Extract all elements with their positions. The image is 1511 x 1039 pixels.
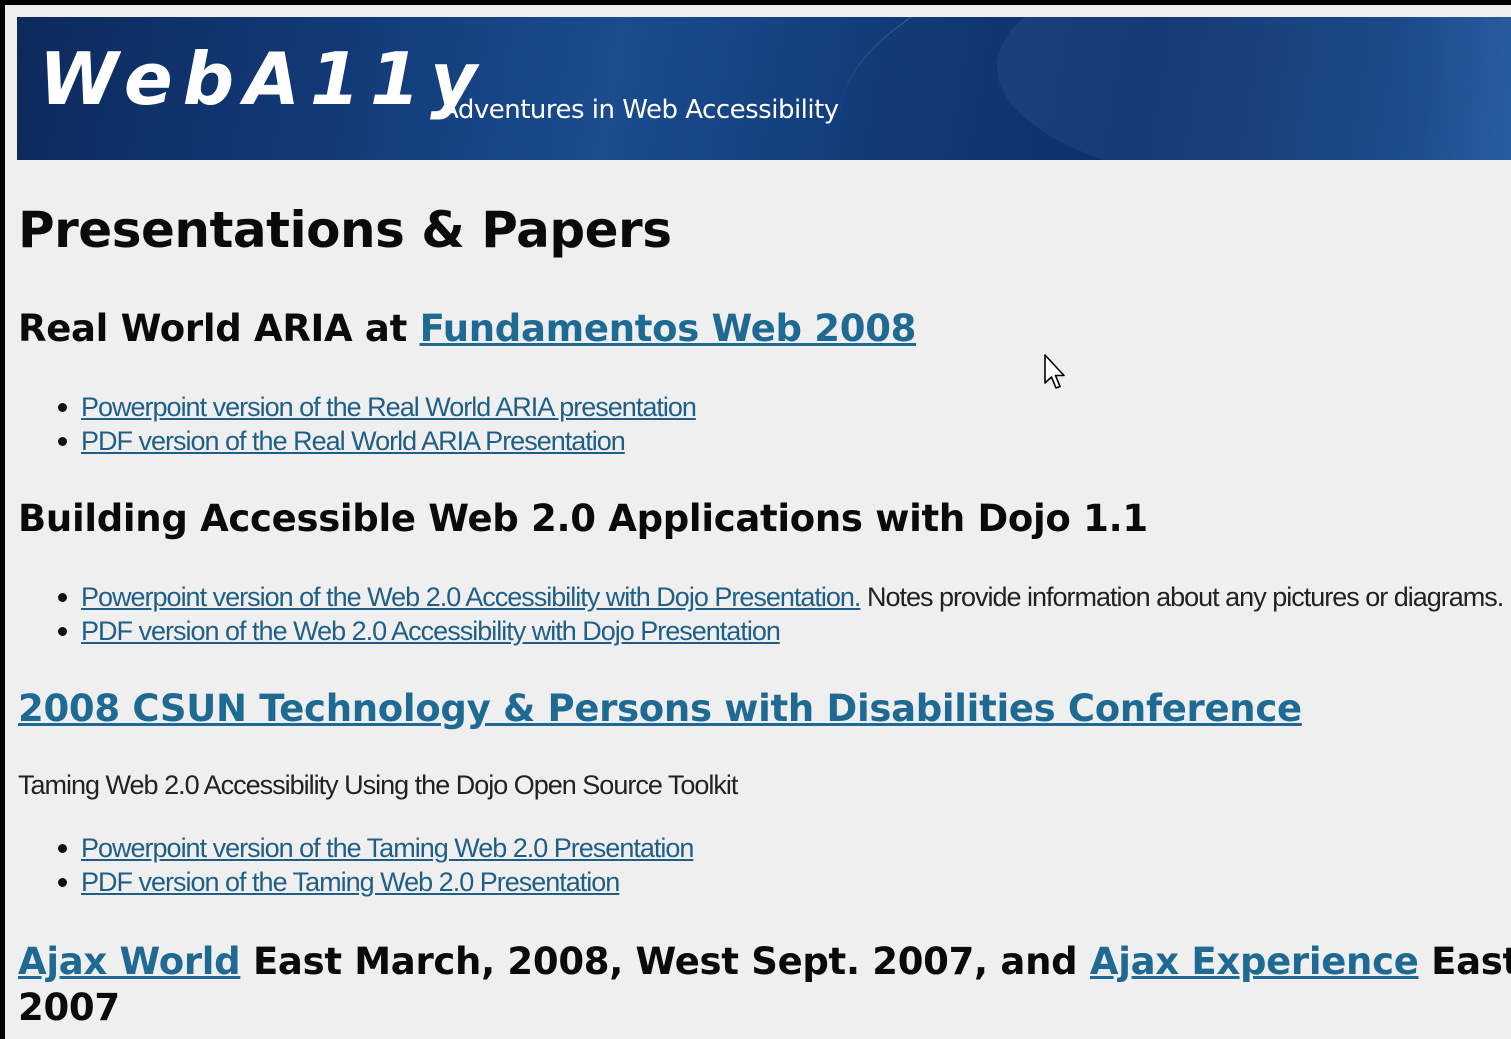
csun-list: Powerpoint version of the Taming Web 2.0… bbox=[18, 831, 694, 899]
heading-text: 2007 bbox=[18, 986, 120, 1029]
dojo-ppt-note: Notes provide information about any pict… bbox=[860, 582, 1504, 612]
list-item: PDF version of the Real World ARIA Prese… bbox=[18, 424, 696, 458]
page-title: Presentations & Papers bbox=[18, 201, 672, 259]
section-heading-real-world-aria: Real World ARIA at Fundamentos Web 2008 bbox=[18, 307, 916, 350]
list-item: Powerpoint version of the Taming Web 2.0… bbox=[18, 831, 694, 865]
fundamentos-web-link[interactable]: Fundamentos Web 2008 bbox=[420, 307, 917, 350]
dojo-pdf-link[interactable]: PDF version of the Web 2.0 Accessibility… bbox=[81, 616, 781, 646]
site-logo[interactable]: WebA11y bbox=[39, 43, 487, 115]
section-heading-csun: 2008 CSUN Technology & Persons with Disa… bbox=[18, 687, 1302, 730]
page-frame: WebA11y Adventures in Web Accessibility … bbox=[5, 5, 1511, 1039]
heading-text: Real World ARIA at bbox=[18, 307, 420, 350]
ajax-experience-link[interactable]: Ajax Experience bbox=[1090, 940, 1419, 983]
list-item: Powerpoint version of the Real World ARI… bbox=[18, 390, 697, 424]
csun-conference-link[interactable]: 2008 CSUN Technology & Persons with Disa… bbox=[18, 687, 1302, 730]
heading-text: East March, 2008, West Sept. 2007, and bbox=[240, 940, 1090, 983]
list-item: PDF version of the Taming Web 2.0 Presen… bbox=[18, 865, 693, 899]
site-banner: WebA11y Adventures in Web Accessibility bbox=[17, 17, 1511, 160]
heading-text: East Oct. bbox=[1431, 940, 1511, 983]
csun-description: Taming Web 2.0 Accessibility Using the D… bbox=[18, 770, 738, 800]
list-item: PDF version of the Web 2.0 Accessibility… bbox=[18, 614, 1503, 648]
ajax-world-link[interactable]: Ajax World bbox=[18, 940, 241, 983]
real-world-aria-ppt-link[interactable]: Powerpoint version of the Real World ARI… bbox=[81, 392, 697, 422]
section-heading-ajax: Ajax World East March, 2008, West Sept. … bbox=[18, 939, 1511, 1031]
section-heading-dojo: Building Accessible Web 2.0 Applications… bbox=[18, 497, 1148, 540]
real-world-aria-list: Powerpoint version of the Real World ARI… bbox=[18, 390, 697, 458]
taming-pdf-link[interactable]: PDF version of the Taming Web 2.0 Presen… bbox=[81, 867, 620, 897]
dojo-ppt-link[interactable]: Powerpoint version of the Web 2.0 Access… bbox=[81, 582, 861, 612]
taming-ppt-link[interactable]: Powerpoint version of the Taming Web 2.0… bbox=[81, 833, 694, 863]
list-item: Powerpoint version of the Web 2.0 Access… bbox=[18, 580, 1504, 614]
banner-edge-highlight bbox=[1401, 17, 1511, 160]
real-world-aria-pdf-link[interactable]: PDF version of the Real World ARIA Prese… bbox=[81, 426, 626, 456]
mouse-pointer-icon bbox=[1043, 353, 1067, 398]
site-tagline: Adventures in Web Accessibility bbox=[441, 95, 839, 125]
dojo-list: Powerpoint version of the Web 2.0 Access… bbox=[18, 580, 1504, 648]
